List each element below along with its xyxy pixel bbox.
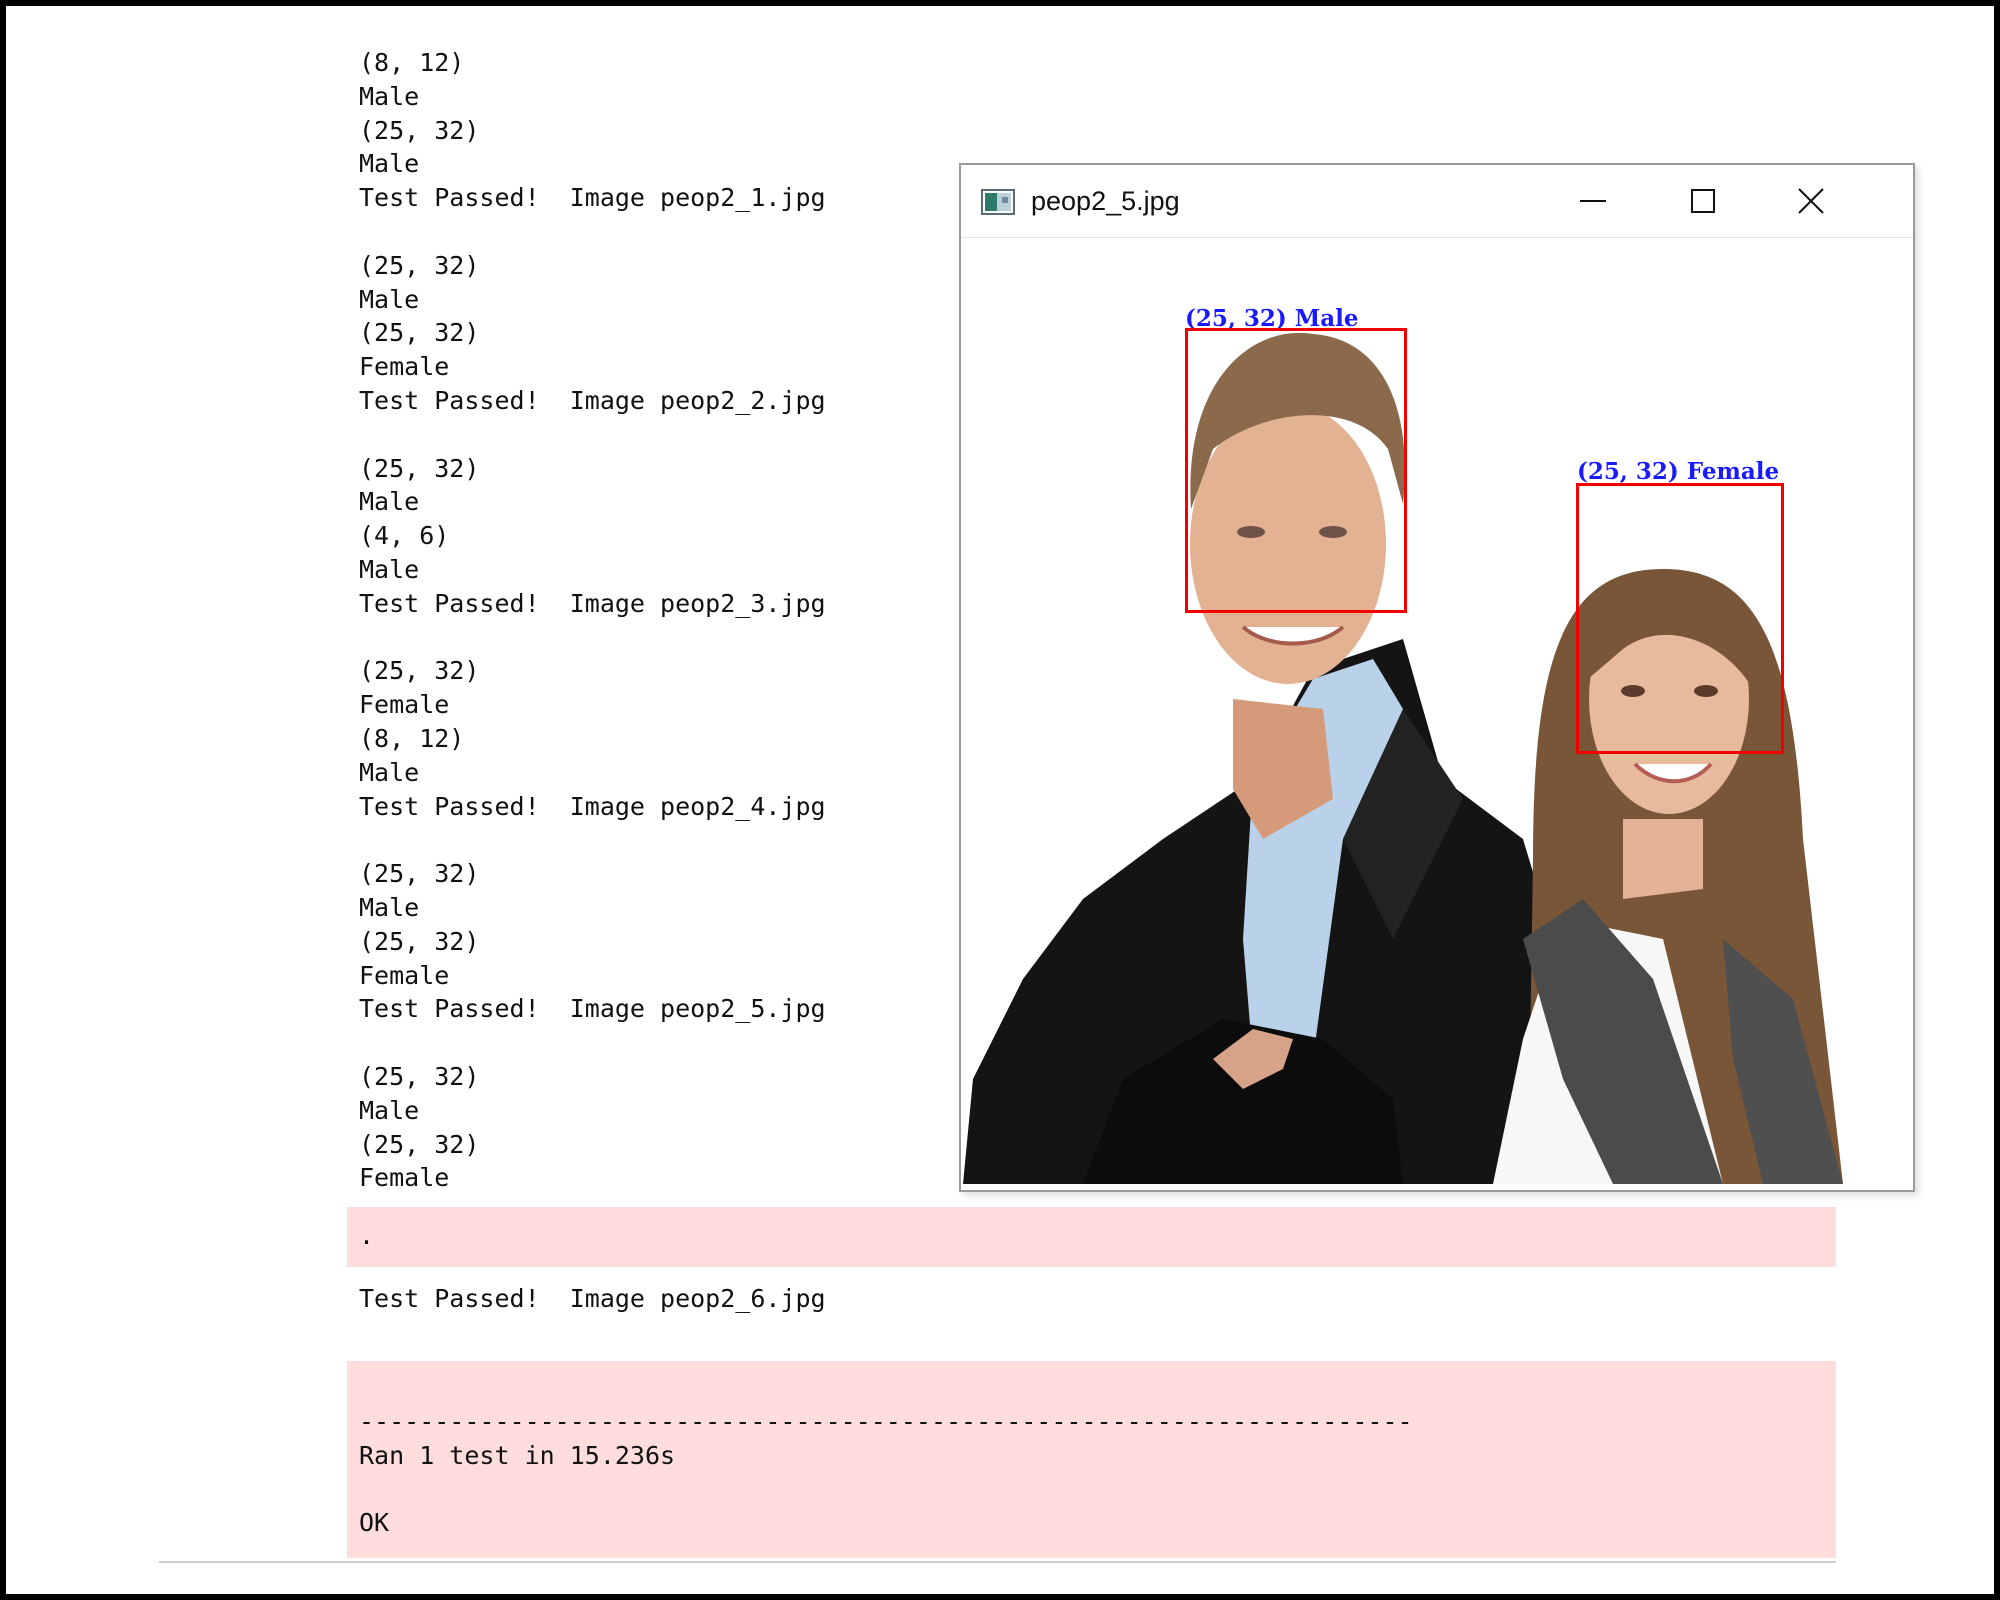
status-line: OK [359,1508,390,1538]
stderr-output-dot: . [347,1207,1836,1267]
console-line: Male [359,81,420,111]
close-icon [1798,188,1824,214]
close-button[interactable] [1757,165,1865,237]
maximize-icon [1691,189,1715,213]
final-pass-line: Test Passed! Image peop2_6.jpg [359,1284,826,1313]
stderr-test-summary: ----------------------------------------… [347,1361,1836,1558]
notebook-output-area: (8, 12) Male (25, 32) Male Test Passed! Imag… [6,6,1994,1594]
minimize-icon [1580,200,1606,202]
window-titlebar[interactable]: peop2_5.jpg [961,165,1913,238]
separator-line: ----------------------------------------… [359,1406,1413,1436]
stderr-dot-text: . [359,1221,375,1250]
detection-box-female [1576,483,1784,754]
minimize-button[interactable] [1539,165,1647,237]
console-line: (25, 32) [359,115,480,145]
maximize-button[interactable] [1649,165,1757,237]
image-app-icon [981,189,1015,215]
detection-box-male [1185,328,1407,613]
summary-line: Ran 1 test in 15.236s [359,1440,676,1470]
stdout-final: Test Passed! Image peop2_6.jpg [359,1282,826,1316]
divider [159,1561,1836,1563]
window-title: peop2_5.jpg [1031,186,1180,216]
image-viewer-window[interactable]: peop2_5.jpg (25, 32) Male (25, 32) Femal… [959,163,1915,1192]
detection-label-female: (25, 32) Female [1577,458,1780,485]
console-line: (8, 12) [359,48,465,77]
image-canvas: (25, 32) Male (25, 32) Female [963,239,1907,1184]
